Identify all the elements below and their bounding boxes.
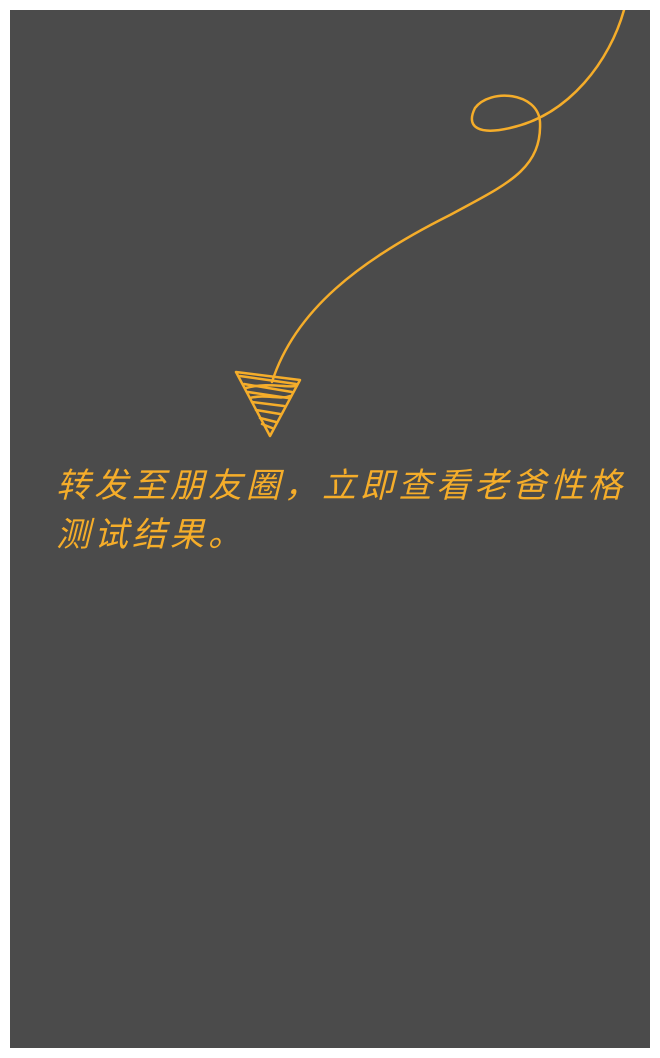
share-hint-text: 转发至朋友圈，立即查看老爸性格测试结果。 <box>56 466 626 555</box>
share-overlay[interactable]: 转发至朋友圈，立即查看老爸性格测试结果。 <box>10 10 650 1048</box>
hand-drawn-arrow-icon <box>234 10 626 438</box>
